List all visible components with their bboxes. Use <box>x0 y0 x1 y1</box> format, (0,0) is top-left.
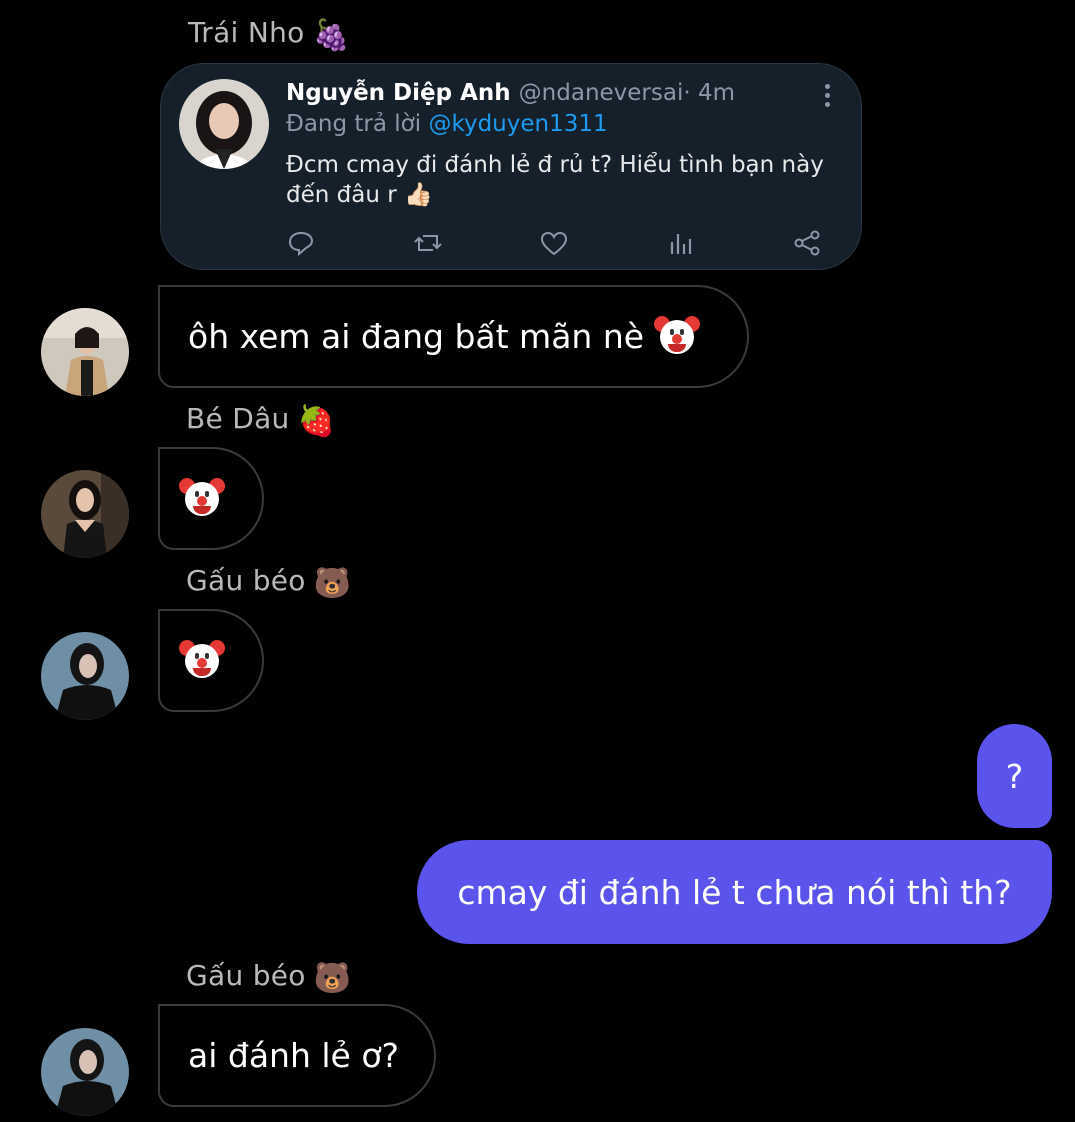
message-bubble[interactable] <box>158 609 264 712</box>
bear-emoji: 🐻 <box>313 566 352 601</box>
outgoing-message-bubble[interactable]: cmay đi đánh lẻ t chưa nói thì th? <box>417 840 1052 944</box>
share-icon[interactable] <box>792 228 822 258</box>
mention-link[interactable]: @kyduyen1311 <box>428 111 607 137</box>
tweet-card[interactable]: Nguyễn Diệp Anh @ndaneversai· 4m Đang tr… <box>160 63 862 270</box>
message-text: ? <box>1005 756 1024 796</box>
grape-emoji: 🍇 <box>312 18 351 53</box>
sender-label: Bé Dâu <box>186 402 290 435</box>
sender-name: Gấu béo 🐻 <box>186 564 351 601</box>
message-text: ai đánh lẻ ơ? <box>188 1036 400 1075</box>
avatar[interactable] <box>41 632 129 720</box>
avatar[interactable] <box>41 470 129 558</box>
clown-emoji <box>179 476 225 522</box>
sender-name: Trái Nho 🍇 <box>188 16 350 53</box>
sender-name: Gấu béo 🐻 <box>186 959 351 996</box>
tweet-author: Nguyễn Diệp Anh @ndaneversai· 4m <box>286 80 735 106</box>
clown-emoji <box>654 314 701 360</box>
retweet-icon[interactable] <box>413 228 443 258</box>
avatar[interactable] <box>41 308 129 396</box>
more-options-icon[interactable] <box>825 84 831 111</box>
clown-emoji <box>179 638 225 684</box>
author-name[interactable]: Nguyễn Diệp Anh <box>286 80 511 106</box>
author-handle: @ndaneversai <box>518 80 684 106</box>
message-text: ôh xem ai đang bất mãn nè <box>188 317 645 356</box>
reply-icon[interactable] <box>286 228 316 258</box>
sender-label: Trái Nho <box>188 16 305 49</box>
tweet-text: Đcm cmay đi đánh lẻ đ rủ t? Hiểu tình bạ… <box>286 152 824 208</box>
views-icon[interactable] <box>666 228 696 258</box>
avatar[interactable] <box>41 1028 129 1116</box>
sender-name: Bé Dâu 🍓 <box>186 402 335 439</box>
sender-label: Gấu béo <box>186 564 306 597</box>
replying-to-label: Đang trả lời <box>286 111 422 137</box>
like-icon[interactable] <box>539 228 569 258</box>
sender-label: Gấu béo <box>186 959 306 992</box>
strawberry-emoji: 🍓 <box>297 404 336 439</box>
message-text: cmay đi đánh lẻ t chưa nói thì th? <box>457 872 1012 912</box>
outgoing-message-bubble[interactable]: ? <box>977 724 1052 828</box>
message-bubble[interactable] <box>158 447 264 550</box>
tweet-actions <box>286 228 826 260</box>
message-bubble[interactable]: ôh xem ai đang bất mãn nè <box>158 285 749 388</box>
bear-emoji: 🐻 <box>313 961 352 996</box>
message-bubble[interactable]: ai đánh lẻ ơ? <box>158 1004 436 1107</box>
replying-to: Đang trả lời @kyduyen1311 <box>286 111 608 137</box>
avatar[interactable] <box>179 79 269 169</box>
tweet-time: · 4m <box>683 80 736 106</box>
